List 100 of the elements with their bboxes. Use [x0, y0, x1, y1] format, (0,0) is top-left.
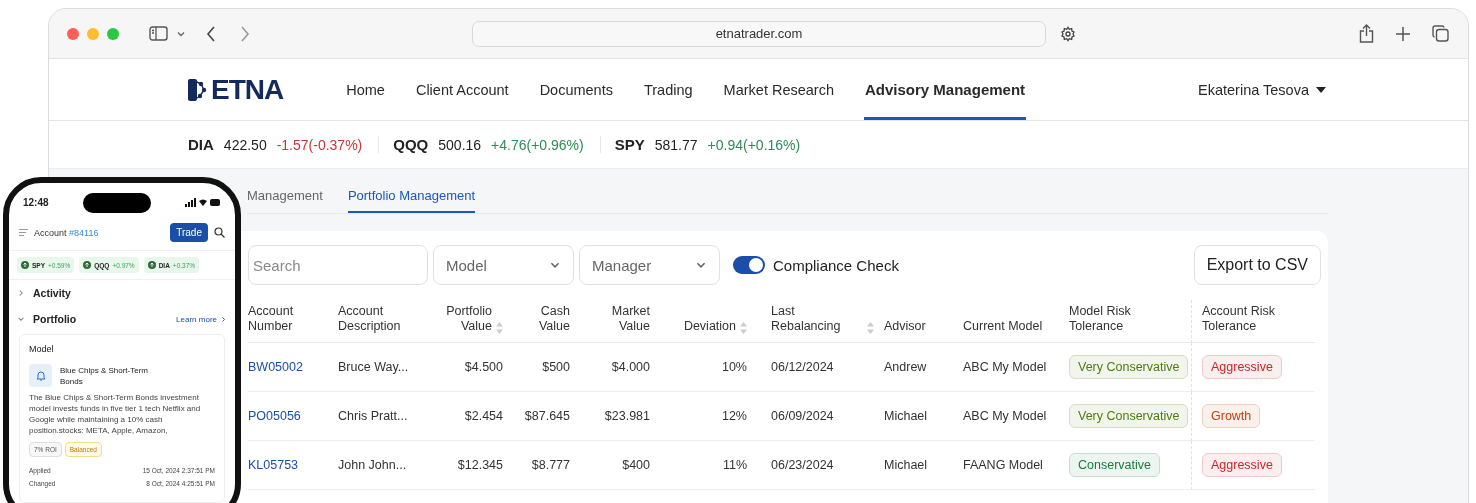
- dropdown[interactable]: Manager: [579, 245, 720, 285]
- card-heading: Model: [29, 344, 55, 354]
- table-cell: 12%: [721, 409, 747, 423]
- column-header: Account Description: [338, 304, 402, 334]
- model-description: The Blue Chips & Short-Term Bonds investment model invests funds in five tier 1 tech Netflix and Google while maintaining a 10% cash position.stocks: META, Apple, Amazon,: [29, 392, 202, 436]
- status-time: 12:48: [23, 197, 49, 208]
- table-cell: $12.345: [457, 458, 503, 472]
- ticker-symbol: QQQ: [393, 136, 429, 153]
- bell-icon: [29, 364, 52, 387]
- ticker-price: 581.77: [654, 136, 698, 153]
- table-cell: $4.500: [464, 360, 503, 374]
- search-field[interactable]: Search: [248, 245, 428, 285]
- settings-icon[interactable]: [1060, 25, 1076, 42]
- column-header: Market Value: [610, 304, 650, 334]
- learn-more-link[interactable]: Learn more: [176, 314, 227, 324]
- table-cell: $4.000: [611, 360, 650, 374]
- ticker-change: -1.57(-0.37%): [276, 136, 363, 153]
- logo-text: ETNA: [211, 73, 284, 106]
- arrow-up-icon: [83, 261, 92, 269]
- logo[interactable]: ETNA: [188, 59, 284, 120]
- close-window-icon[interactable]: [67, 27, 79, 40]
- column-header: Account Risk Tolerance: [1202, 304, 1276, 334]
- nav-link[interactable]: Market Research: [722, 59, 835, 120]
- table-cell: 10%: [721, 360, 747, 374]
- arrow-up-icon: [147, 261, 156, 269]
- chevron-down-icon: [17, 315, 25, 323]
- ticker-change: +4.76(+0.96%): [491, 136, 584, 153]
- risk-tag: Very Conservative: [1069, 355, 1189, 379]
- account-title: Account #84116: [34, 227, 99, 238]
- column-header: Current Model: [963, 319, 1043, 334]
- table-cell: 06/09/2024: [771, 409, 834, 423]
- search-icon[interactable]: [214, 227, 225, 238]
- arrow-up-icon: [21, 261, 29, 269]
- tab[interactable]: Portfolio Management: [347, 181, 476, 213]
- tab[interactable]: Management: [247, 181, 323, 213]
- back-icon[interactable]: [206, 25, 216, 42]
- risk-tag: Very Conservative: [1069, 404, 1189, 428]
- status-icons: [185, 198, 221, 207]
- logo-icon: [188, 78, 208, 101]
- dropdown[interactable]: Model: [433, 245, 574, 285]
- section-header[interactable]: Activity: [9, 280, 235, 306]
- table-cell: Chris Pratt...: [338, 409, 408, 423]
- table-cell: 06/23/2024: [771, 458, 834, 472]
- toggle-switch[interactable]: [733, 256, 765, 274]
- tabs-icon[interactable]: [1432, 25, 1449, 42]
- column-header: Deviation: [683, 319, 736, 334]
- chevron-right-icon: [220, 315, 227, 323]
- table-cell: Bruce Way...: [338, 360, 409, 374]
- table-cell: $23.981: [604, 409, 650, 423]
- forward-icon[interactable]: [240, 25, 250, 42]
- account-link[interactable]: PO05056: [248, 409, 301, 423]
- table-cell: ABC My Model: [963, 360, 1047, 374]
- ticker-symbol: DIA: [188, 136, 214, 153]
- table-cell: 06/12/2024: [771, 360, 834, 374]
- table-cell: $400: [622, 458, 650, 472]
- menu-icon[interactable]: [19, 229, 28, 236]
- risk-tag: Growth: [1202, 404, 1261, 428]
- table-cell: 11%: [722, 458, 747, 472]
- table-cell: Michael: [884, 409, 928, 423]
- ticker-price: 422.50: [223, 136, 267, 153]
- user-menu[interactable]: Ekaterina Tesova: [1198, 59, 1326, 120]
- table-cell: $8.777: [531, 458, 570, 472]
- model-name: Blue Chips & Short-Term Bonds: [60, 364, 150, 387]
- chevron-right-icon: [17, 289, 25, 297]
- risk-tag: Aggressive: [1202, 355, 1282, 379]
- column-header: Model Risk Tolerance: [1069, 304, 1132, 334]
- nav-link[interactable]: Client Account: [414, 59, 510, 120]
- column-header: Portfolio Value: [445, 304, 492, 334]
- account-link[interactable]: KL05753: [248, 458, 299, 472]
- table-cell: Andrew: [884, 360, 927, 374]
- camera-notch: [82, 192, 151, 213]
- table-cell: ABC My Model: [963, 409, 1047, 423]
- column-header: Advisor: [884, 319, 926, 334]
- sidebar-icon[interactable]: [149, 26, 168, 41]
- ticker-price: 500.16: [438, 136, 482, 153]
- toggle-label: Compliance Check: [773, 256, 899, 274]
- trade-button[interactable]: Trade: [170, 223, 208, 242]
- table-cell: John John...: [338, 458, 407, 472]
- nav-link[interactable]: Documents: [538, 59, 614, 120]
- plus-icon[interactable]: [1396, 26, 1410, 41]
- export-button[interactable]: Export to CSV: [1193, 245, 1321, 285]
- section-header[interactable]: Portfolio Learn more: [9, 306, 235, 332]
- maximize-window-icon[interactable]: [107, 27, 119, 40]
- table-cell: Michael: [884, 458, 928, 472]
- table-cell: FAANG Model: [963, 458, 1043, 472]
- share-icon[interactable]: [1359, 24, 1374, 43]
- address-bar[interactable]: etnatrader.com: [472, 20, 1046, 47]
- column-header: Account Number: [248, 304, 295, 334]
- nav-link[interactable]: Home: [345, 59, 386, 120]
- caret-icon: [1316, 86, 1326, 93]
- table-cell: $2.454: [464, 409, 503, 423]
- risk-tag: Aggressive: [1202, 453, 1282, 477]
- risk-tag: Conservative: [1069, 453, 1160, 477]
- table-cell: $87.645: [524, 409, 570, 423]
- column-header: Cash Value: [537, 304, 570, 334]
- ticker-symbol: SPY: [614, 136, 645, 153]
- ticker-change: +0.94(+0.16%): [707, 136, 801, 153]
- table-cell: $500: [542, 360, 570, 374]
- account-link[interactable]: BW05002: [248, 360, 303, 374]
- nav-link[interactable]: Trading: [642, 59, 694, 120]
